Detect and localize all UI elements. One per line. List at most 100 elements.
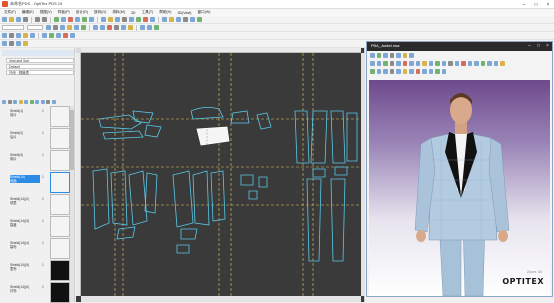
- grainline-icon[interactable]: [42, 33, 47, 38]
- panel-toggle-icon[interactable]: [2, 41, 7, 46]
- pattern-piece[interactable]: [190, 107, 224, 120]
- curve-icon[interactable]: [60, 25, 65, 30]
- redo-icon[interactable]: [42, 17, 47, 22]
- pattern-piece[interactable]: [192, 170, 210, 226]
- pattern-piece[interactable]: [144, 124, 162, 138]
- properties-icon[interactable]: [9, 41, 14, 46]
- canvas-horizontal-scrollbar[interactable]: [81, 296, 361, 302]
- clone-icon[interactable]: [9, 33, 14, 38]
- circle-icon[interactable]: [67, 25, 72, 30]
- delete-icon[interactable]: [68, 17, 73, 22]
- 3d-tool-icon[interactable]: [409, 61, 414, 66]
- 3d-tool-icon[interactable]: [428, 61, 433, 66]
- pattern-piece[interactable]: [116, 226, 136, 240]
- maximize-icon[interactable]: □: [534, 43, 543, 50]
- table-icon[interactable]: [49, 33, 54, 38]
- mirror-icon[interactable]: [75, 17, 80, 22]
- seam-icon[interactable]: [108, 17, 113, 22]
- pattern-piece[interactable]: [92, 168, 110, 230]
- 3d-tool-icon[interactable]: [422, 61, 427, 66]
- 3d-tool-icon[interactable]: [422, 69, 427, 74]
- menu-tools[interactable]: 工具(T): [142, 10, 154, 15]
- rectangle-icon[interactable]: [74, 25, 79, 30]
- measure-icon[interactable]: [89, 17, 94, 22]
- rotate-icon[interactable]: [101, 17, 106, 22]
- menu-window[interactable]: 窗口(W): [197, 10, 210, 15]
- align-icon[interactable]: [114, 25, 119, 30]
- pleat-icon[interactable]: [121, 25, 126, 30]
- print-icon[interactable]: [23, 17, 28, 22]
- piece-list-item[interactable]: Shield(3) 侧片 1: [4, 150, 74, 171]
- grid-icon[interactable]: [46, 25, 51, 30]
- filter-icon[interactable]: [63, 33, 68, 38]
- menu-help[interactable]: 帮助(H): [159, 10, 171, 15]
- 3d-tool-icon[interactable]: [480, 61, 485, 66]
- piece-tool-icon[interactable]: [29, 100, 34, 104]
- 3d-tool-icon[interactable]: [389, 53, 394, 58]
- 3d-tool-icon[interactable]: [435, 61, 440, 66]
- 3d-tool-icon[interactable]: [396, 69, 401, 74]
- piece-list-item[interactable]: Shield(14)(4) 袋布 1: [4, 238, 74, 259]
- pattern-piece[interactable]: [210, 170, 226, 222]
- menu-design[interactable]: 设计(D): [76, 10, 88, 15]
- flip-icon[interactable]: [16, 33, 21, 38]
- pattern-piece[interactable]: [248, 190, 258, 200]
- piece-tool-icon[interactable]: [13, 100, 17, 104]
- cut-icon[interactable]: [107, 25, 112, 30]
- menu-3d-vest[interactable]: 3D(Vest): [177, 11, 191, 15]
- 3d-tool-icon[interactable]: [435, 69, 440, 74]
- pattern-piece[interactable]: [230, 110, 250, 124]
- 3d-tool-icon[interactable]: [389, 61, 394, 66]
- 3d-tool-icon[interactable]: [454, 61, 459, 66]
- undo-icon[interactable]: [35, 17, 40, 22]
- piece-thumbnail[interactable]: [50, 260, 70, 281]
- 3d-viewport[interactable]: Zoom: 44 OPTITEX: [369, 80, 550, 296]
- maximize-icon[interactable]: □: [530, 0, 542, 9]
- pattern-piece[interactable]: [176, 244, 190, 254]
- menu-view[interactable]: 视图(V): [40, 10, 52, 15]
- 3d-tool-icon[interactable]: [428, 69, 433, 74]
- 3d-sim-icon[interactable]: [136, 17, 141, 22]
- piece-tool-icon[interactable]: [7, 100, 12, 104]
- pattern-piece[interactable]: [240, 174, 254, 186]
- 3d-tool-icon[interactable]: [448, 61, 453, 66]
- 3d-tool-icon[interactable]: [415, 69, 420, 74]
- piece-tool-icon[interactable]: [18, 100, 23, 104]
- pattern-piece[interactable]: [144, 172, 158, 214]
- grade-icon[interactable]: [54, 17, 59, 22]
- pattern-piece[interactable]: [128, 170, 148, 226]
- pattern-piece[interactable]: [306, 178, 322, 262]
- pattern-piece[interactable]: [346, 112, 358, 162]
- piece-thumbnail[interactable]: [50, 238, 70, 259]
- piece-thumbnail[interactable]: [50, 282, 70, 303]
- piece-thumbnail[interactable]: [50, 150, 70, 171]
- piece-list-item[interactable]: Shield(14)(5) 里布 1: [4, 260, 74, 281]
- piece-thumbnail[interactable]: [50, 216, 70, 237]
- 3d-tool-icon[interactable]: [402, 69, 407, 74]
- pattern-piece[interactable]: [312, 168, 326, 178]
- cloth-icon[interactable]: [143, 17, 148, 22]
- spec-field[interactable]: 尺码 · 规格表: [6, 70, 74, 75]
- zoom-icon[interactable]: [122, 17, 127, 22]
- style-name-field[interactable]: Vest and Suit: [6, 58, 74, 63]
- pattern-piece[interactable]: [258, 176, 268, 188]
- close-icon[interactable]: ×: [543, 43, 552, 50]
- 3d-tool-icon[interactable]: [370, 53, 375, 58]
- button-icon[interactable]: [140, 25, 145, 30]
- buttonhole-icon[interactable]: [147, 25, 152, 30]
- 3d-tool-icon[interactable]: [409, 69, 414, 74]
- line-tool-icon[interactable]: [61, 17, 66, 22]
- piece-list-item[interactable]: Shield(1) 前片 1: [4, 106, 74, 127]
- label-icon[interactable]: [128, 25, 133, 30]
- piece-list-item[interactable]: Shield(2) 后片 1: [4, 128, 74, 149]
- offset-icon[interactable]: [30, 33, 35, 38]
- texture-icon[interactable]: [176, 17, 181, 22]
- piece-tool-icon[interactable]: [46, 100, 50, 104]
- minimize-icon[interactable]: –: [525, 43, 534, 50]
- menu-3d[interactable]: 3D: [131, 11, 136, 15]
- rule-icon[interactable]: [56, 33, 61, 38]
- piece-list-scrollbar[interactable]: [70, 106, 74, 302]
- select-icon[interactable]: [129, 17, 134, 22]
- stitch-icon[interactable]: [150, 17, 155, 22]
- close-icon[interactable]: ×: [542, 0, 554, 9]
